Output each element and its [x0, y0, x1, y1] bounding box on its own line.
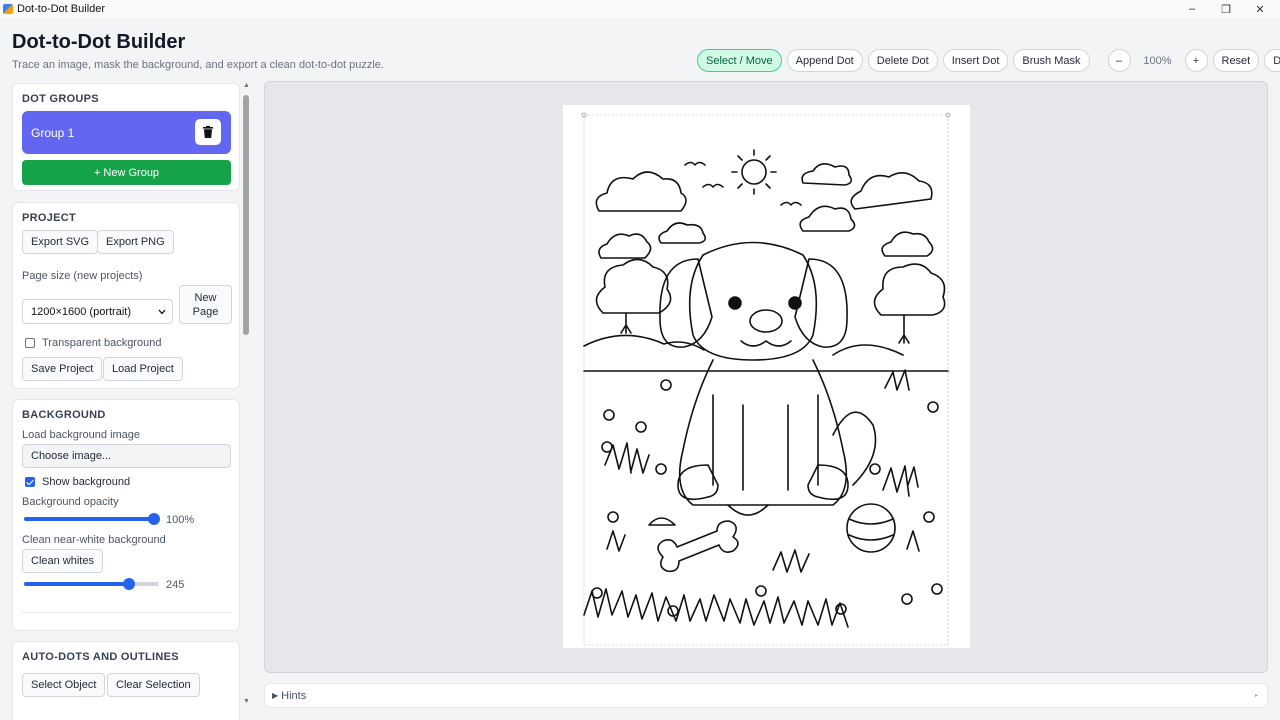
- group-item[interactable]: Group 1: [22, 111, 231, 154]
- transparent-label: Transparent background: [42, 337, 162, 349]
- maximize-button[interactable]: ❐: [1209, 0, 1243, 18]
- scroll-up-arrow[interactable]: ▲: [243, 82, 250, 89]
- export-png-button[interactable]: Export PNG: [97, 230, 174, 254]
- select-object-button[interactable]: Select Object: [22, 673, 106, 697]
- puppy-coloring-image: [581, 112, 951, 646]
- dark-theme-button[interactable]: Dark: [1264, 49, 1280, 72]
- minimize-button[interactable]: –: [1175, 0, 1209, 18]
- show-background-label: Show background: [42, 476, 131, 488]
- page-size-label: Page size (new projects): [22, 270, 143, 282]
- page-size-value: 1200×1600 (portrait): [31, 305, 131, 318]
- load-background-label: Load background image: [22, 429, 141, 441]
- new-page-button[interactable]: New Page: [179, 285, 232, 324]
- opacity-slider-fill: [24, 517, 154, 521]
- chevron-down-icon: [158, 309, 166, 315]
- project-panel: PROJECT Export SVG Export PNG Page size …: [12, 202, 240, 389]
- close-button[interactable]: ✕: [1243, 0, 1277, 18]
- threshold-slider-thumb[interactable]: [123, 578, 136, 590]
- append-dot-button[interactable]: Append Dot: [786, 49, 863, 72]
- show-background-checkbox[interactable]: [25, 477, 35, 487]
- opacity-value: 100%: [166, 514, 195, 526]
- opacity-slider-thumb[interactable]: [148, 513, 160, 525]
- scroll-down-arrow[interactable]: ▼: [243, 698, 250, 705]
- window-title: Dot-to-Dot Builder: [17, 3, 106, 15]
- clean-whites-button[interactable]: Clean whites: [22, 549, 103, 573]
- zoom-level: 100%: [1143, 54, 1172, 67]
- auto-dots-panel: AUTO-DOTS AND OUTLINES Select Object Cle…: [12, 641, 240, 720]
- threshold-value: 245: [166, 579, 185, 591]
- canvas-page[interactable]: [563, 105, 970, 648]
- toolbar: Select / Move Append Dot Delete Dot Inse…: [697, 49, 1280, 72]
- save-project-button[interactable]: Save Project: [22, 357, 103, 381]
- sidebar-scroll-thumb[interactable]: [243, 95, 249, 335]
- hints-label: Hints: [281, 689, 307, 702]
- zoom-in-button[interactable]: +: [1184, 49, 1208, 72]
- background-heading: BACKGROUND: [22, 409, 106, 421]
- auto-dots-heading: AUTO-DOTS AND OUTLINES: [22, 651, 179, 663]
- page-size-select[interactable]: 1200×1600 (portrait): [22, 299, 173, 324]
- opacity-label: Background opacity: [22, 496, 119, 508]
- choose-image-button[interactable]: Choose image...: [22, 444, 231, 468]
- hints-toggle[interactable]: ▶ Hints ▸: [264, 683, 1268, 708]
- threshold-slider[interactable]: [24, 578, 159, 590]
- insert-dot-button[interactable]: Insert Dot: [942, 49, 1009, 72]
- clean-label: Clean near-white background: [22, 534, 166, 546]
- transparent-checkbox[interactable]: [25, 338, 35, 348]
- project-heading: PROJECT: [22, 212, 77, 224]
- new-page-label-line2: Page: [192, 305, 219, 318]
- clear-selection-button[interactable]: Clear Selection: [107, 673, 200, 697]
- dot-icon: ▸: [1254, 693, 1258, 699]
- dot-groups-heading: DOT GROUPS: [22, 93, 99, 105]
- delete-dot-button[interactable]: Delete Dot: [867, 49, 938, 72]
- dot-groups-panel: DOT GROUPS Group 1 + New Group: [12, 83, 240, 191]
- zoom-out-button[interactable]: –: [1107, 49, 1131, 72]
- divider: [22, 612, 231, 613]
- trash-icon: [203, 126, 213, 138]
- delete-group-button[interactable]: [195, 119, 221, 145]
- disclosure-triangle-icon: ▶: [272, 691, 279, 700]
- page-subtitle: Trace an image, mask the background, and…: [12, 59, 384, 71]
- threshold-slider-fill: [24, 582, 130, 586]
- new-group-button[interactable]: + New Group: [22, 160, 231, 185]
- sidebar: DOT GROUPS Group 1 + New Group PROJECT E…: [0, 81, 252, 720]
- export-svg-button[interactable]: Export SVG: [22, 230, 99, 254]
- reset-button[interactable]: Reset: [1212, 49, 1260, 72]
- canvas-workspace[interactable]: [264, 81, 1268, 673]
- page-title: Dot-to-Dot Builder: [12, 31, 186, 53]
- background-panel: BACKGROUND Load background image Choose …: [12, 399, 240, 631]
- brush-mask-button[interactable]: Brush Mask: [1013, 49, 1090, 72]
- new-page-label-line1: New: [194, 291, 217, 304]
- opacity-slider[interactable]: [24, 513, 160, 525]
- select-move-button[interactable]: Select / Move: [697, 49, 782, 72]
- app-icon: [3, 4, 13, 14]
- group-name: Group 1: [31, 126, 75, 140]
- window-titlebar: Dot-to-Dot Builder – ❐ ✕: [0, 0, 1280, 18]
- load-project-button[interactable]: Load Project: [103, 357, 183, 381]
